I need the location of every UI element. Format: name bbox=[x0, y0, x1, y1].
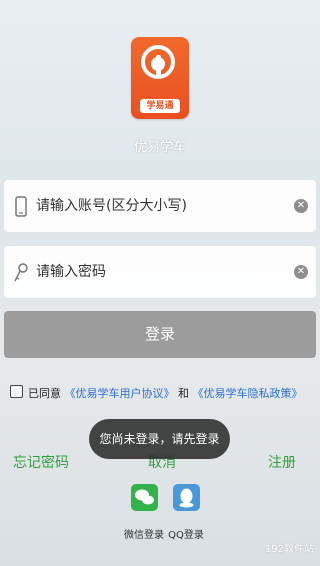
toast-message: 您尚未登录，请先登录 bbox=[89, 419, 230, 459]
logo-badge: 学易通 bbox=[140, 99, 180, 113]
user-agreement-link[interactable]: 《优易学车用户协议》 bbox=[65, 387, 175, 400]
register-link[interactable]: 注册 bbox=[268, 452, 296, 472]
password-field[interactable]: 请输入密码 ✕ bbox=[4, 246, 316, 298]
wechat-icon bbox=[130, 484, 158, 511]
clear-icon[interactable]: ✕ bbox=[294, 199, 308, 213]
clear-icon[interactable]: ✕ bbox=[294, 265, 308, 279]
app-name: 优易学车 bbox=[133, 140, 186, 155]
account-field[interactable]: 请输入账号(区分大小写) ✕ bbox=[4, 180, 316, 232]
password-input[interactable]: 请输入密码 bbox=[36, 246, 106, 298]
forgot-password-link[interactable]: 忘记密码 bbox=[13, 452, 69, 472]
qq-login[interactable]: QQ登录 bbox=[156, 484, 216, 541]
agree-checkbox[interactable] bbox=[10, 385, 23, 398]
qq-login-label: QQ登录 bbox=[168, 530, 204, 541]
watermark: 192软件站 bbox=[264, 544, 314, 555]
key-icon bbox=[13, 262, 29, 284]
account-input[interactable]: 请输入账号(区分大小写) bbox=[36, 180, 187, 232]
privacy-policy-link[interactable]: 《优易学车隐私政策》 bbox=[193, 387, 303, 400]
phone-icon bbox=[13, 196, 29, 218]
app-logo: 学易通 bbox=[131, 37, 189, 119]
agreement-and: 和 bbox=[178, 387, 189, 400]
agreement-prefix: 已同意 bbox=[28, 387, 61, 400]
login-button[interactable]: 登录 bbox=[4, 311, 316, 358]
qq-icon bbox=[172, 484, 200, 511]
